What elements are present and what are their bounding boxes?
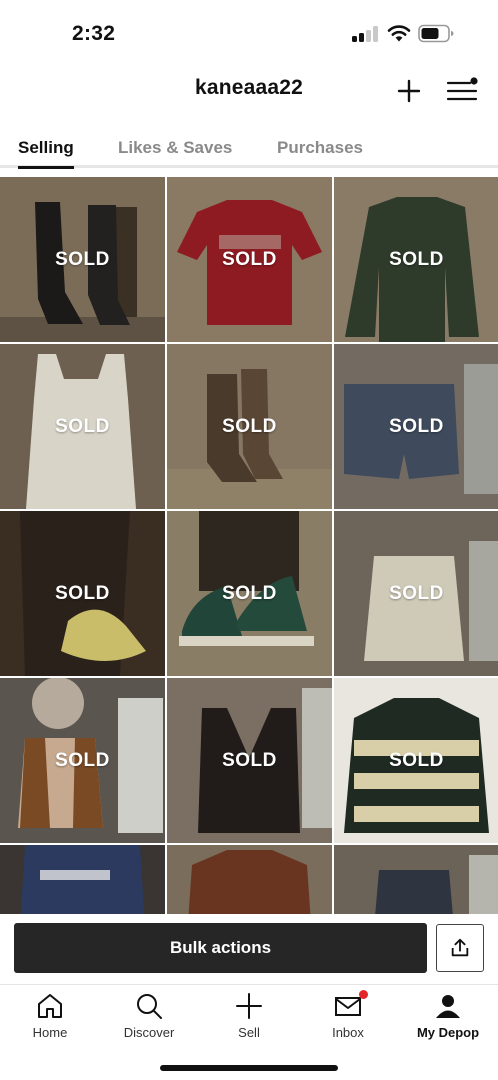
status-time: 2:32 — [72, 22, 116, 45]
nav-sell-label: Sell — [238, 1025, 260, 1040]
plus-icon — [236, 993, 262, 1019]
add-listing-button[interactable] — [392, 74, 426, 108]
bottom-navigation: Home Discover Sell Inbox My Depop — [0, 984, 498, 1080]
profile-header: kaneaaa22 — [0, 64, 498, 116]
nav-my-depop[interactable]: My Depop — [398, 985, 498, 1045]
listing-photo — [0, 845, 165, 914]
sold-badge: SOLD — [55, 416, 110, 437]
share-button[interactable] — [436, 924, 484, 972]
nav-discover[interactable]: Discover — [99, 985, 199, 1045]
tab-purchases[interactable]: Purchases — [277, 138, 363, 158]
listing-tile[interactable] — [0, 845, 165, 914]
home-indicator — [160, 1065, 338, 1071]
nav-my-depop-label: My Depop — [416, 1025, 480, 1040]
listing-tile[interactable]: SOLD — [0, 177, 165, 342]
nav-home-label: Home — [32, 1025, 68, 1040]
sold-badge: SOLD — [389, 583, 444, 604]
nav-home[interactable]: Home — [0, 985, 100, 1045]
battery-icon — [418, 24, 454, 43]
bulk-actions-bar: Bulk actions — [0, 914, 498, 984]
listing-tile[interactable]: SOLD — [167, 678, 332, 843]
plus-icon — [397, 79, 421, 103]
profile-tabs: Selling Likes & Saves Purchases — [0, 128, 498, 169]
listing-tile[interactable]: SOLD — [334, 344, 498, 509]
nav-sell[interactable]: Sell — [199, 985, 299, 1045]
sold-badge: SOLD — [222, 249, 277, 270]
listing-tile[interactable] — [334, 845, 498, 914]
cellular-signal-icon — [352, 26, 380, 42]
listing-tile[interactable]: SOLD — [0, 678, 165, 843]
wifi-icon — [387, 25, 411, 42]
listing-tile[interactable]: SOLD — [167, 511, 332, 676]
listing-tile[interactable]: SOLD — [334, 177, 498, 342]
listing-tile[interactable] — [167, 845, 332, 914]
sold-badge: SOLD — [389, 750, 444, 771]
listing-tile[interactable]: SOLD — [167, 344, 332, 509]
share-icon — [451, 938, 469, 957]
sold-badge: SOLD — [222, 583, 277, 604]
listing-tile[interactable]: SOLD — [167, 177, 332, 342]
status-bar: 2:32 — [0, 0, 498, 64]
sold-badge: SOLD — [55, 583, 110, 604]
listing-tile[interactable]: SOLD — [334, 678, 498, 843]
listing-tile[interactable]: SOLD — [334, 511, 498, 676]
notification-dot — [359, 990, 368, 999]
listing-tile[interactable]: SOLD — [0, 344, 165, 509]
listings-grid: SOLD SOLD SOLD SOLD SOLD SOLD SOLD SOLD … — [0, 177, 498, 914]
sold-badge: SOLD — [55, 750, 110, 771]
sold-badge: SOLD — [389, 416, 444, 437]
nav-discover-label: Discover — [123, 1025, 175, 1040]
tab-selling[interactable]: Selling — [18, 138, 74, 169]
sold-badge: SOLD — [222, 750, 277, 771]
search-icon — [137, 994, 162, 1019]
sold-badge: SOLD — [389, 249, 444, 270]
listing-photo — [334, 845, 498, 914]
menu-button[interactable] — [444, 74, 478, 108]
profile-icon — [436, 995, 460, 1018]
nav-inbox-label: Inbox — [332, 1025, 364, 1040]
home-icon — [38, 994, 62, 1018]
nav-inbox[interactable]: Inbox — [298, 985, 398, 1045]
sold-badge: SOLD — [55, 249, 110, 270]
bulk-actions-button[interactable]: Bulk actions — [14, 923, 427, 973]
sold-badge: SOLD — [222, 416, 277, 437]
hamburger-menu-icon — [446, 77, 478, 101]
listing-tile[interactable]: SOLD — [0, 511, 165, 676]
listing-photo — [167, 845, 332, 914]
tab-likes-saves[interactable]: Likes & Saves — [118, 138, 232, 158]
